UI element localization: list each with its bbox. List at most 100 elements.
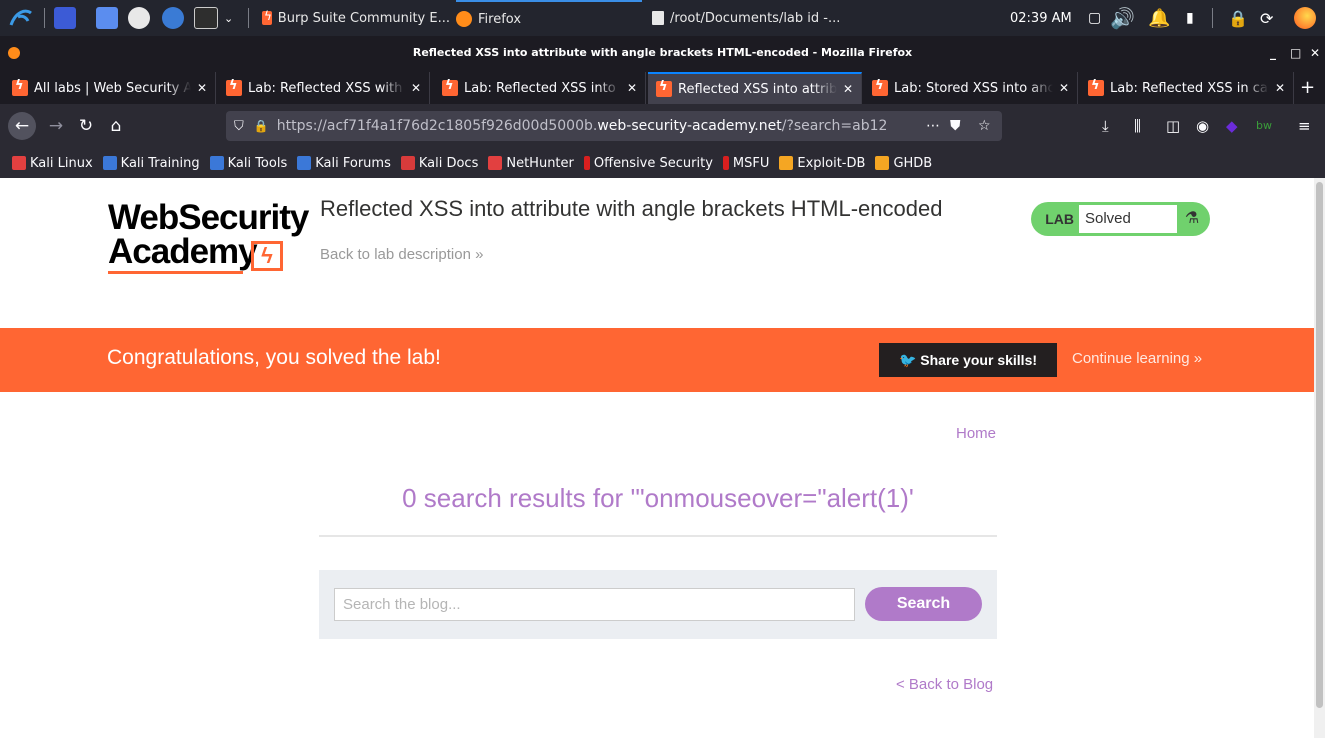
tab-all-labs[interactable]: All labs | Web Security Academy ✕ <box>4 72 216 104</box>
clock[interactable]: 02:39 AM <box>1010 0 1072 36</box>
url-bar[interactable]: ⛉ 🔒 https://acf71f4a1f76d2c1805f926d00d5… <box>226 111 1002 141</box>
bookmark-kali-tools[interactable]: Kali Tools <box>209 156 287 171</box>
close-tab-icon[interactable]: ✕ <box>411 81 421 95</box>
lab-status-value: Solved <box>1079 205 1177 233</box>
kali-menu-icon[interactable] <box>8 0 34 36</box>
lock-screen-icon[interactable]: 🔒 <box>1228 0 1248 36</box>
back-icon[interactable]: ← <box>8 112 36 140</box>
home-icon[interactable]: ⌂ <box>102 112 130 140</box>
bookmark-label: MSFU <box>732 155 770 171</box>
show-desktop-icon[interactable] <box>54 7 76 29</box>
lightning-bolt-icon: ϟ <box>251 241 283 271</box>
bookmark-kali-training[interactable]: Kali Training <box>102 156 200 171</box>
kali-docs-icon <box>400 156 415 170</box>
share-skills-button[interactable]: 🐦 Share your skills! <box>879 343 1057 377</box>
logo-underline <box>108 271 243 274</box>
page-actions-icon[interactable]: ⋯ <box>926 118 940 134</box>
tab-lab-5[interactable]: Lab: Stored XSS into anchor ✕ <box>864 72 1078 104</box>
bookmark-kali-forums[interactable]: Kali Forums <box>297 156 391 171</box>
close-window-icon[interactable]: ✕ <box>1310 36 1320 70</box>
task-burp-suite[interactable]: Burp Suite Community E... <box>262 0 450 36</box>
tab-lab-6[interactable]: Lab: Reflected XSS in canonical ✕ <box>1080 72 1294 104</box>
tab-label: Reflected XSS into attribute <box>678 81 837 97</box>
logo-line-1: WebSecurity <box>108 198 309 237</box>
volume-icon[interactable]: 🔊 <box>1110 0 1135 36</box>
lab-favicon-icon <box>656 79 672 97</box>
lab-favicon-icon <box>442 78 458 96</box>
forward-icon[interactable]: → <box>42 112 70 140</box>
bookmark-exploit-db[interactable]: Exploit-DB <box>779 156 865 171</box>
page-scrollbar[interactable] <box>1314 178 1325 738</box>
minimize-icon[interactable]: _ <box>1270 36 1276 70</box>
tracking-shield-icon[interactable]: ⛉ <box>234 119 244 134</box>
web-security-academy-logo[interactable]: WebSecurity Academy ϟ <box>108 200 309 276</box>
search-input[interactable] <box>334 588 855 621</box>
web-browser-icon[interactable] <box>162 7 184 29</box>
bookmark-label: Exploit-DB <box>797 155 866 171</box>
close-tab-icon[interactable]: ✕ <box>197 81 207 95</box>
downloads-icon[interactable]: ⤓ <box>1102 112 1109 140</box>
bookmark-label: GHDB <box>893 155 933 171</box>
bookmark-ghdb[interactable]: GHDB <box>875 156 932 171</box>
close-tab-icon[interactable]: ✕ <box>627 81 637 95</box>
ghdb-icon <box>875 156 890 170</box>
back-to-lab-description-link[interactable]: Back to lab description » <box>320 246 483 263</box>
blog-search-panel: Search <box>319 570 997 639</box>
bookmark-nethunter[interactable]: NetHunter <box>488 156 574 171</box>
kali-tools-icon <box>209 156 224 170</box>
lab-favicon-icon <box>226 78 242 96</box>
notifications-icon[interactable]: 🔔 <box>1148 0 1170 36</box>
firefox-icon <box>456 11 472 27</box>
padlock-icon[interactable]: 🔒 <box>254 119 269 133</box>
tab-strip: All labs | Web Security Academy ✕ Lab: R… <box>0 70 1325 104</box>
window-title: Reflected XSS into attribute with angle … <box>412 46 913 59</box>
url-text[interactable]: https://acf71f4a1f76d2c1805f926d00d5000b… <box>277 118 888 134</box>
search-results-title: 0 search results for '"onmouseover="aler… <box>402 483 914 513</box>
scrollbar-thumb[interactable] <box>1316 182 1323 708</box>
tab-current[interactable]: Reflected XSS into attribute ✕ <box>648 72 862 104</box>
text-editor-icon[interactable] <box>128 7 150 29</box>
reload-icon[interactable]: ↻ <box>72 112 100 140</box>
launcher-dropdown-icon[interactable]: ⌄ <box>224 0 233 36</box>
lab-tag: LAB <box>1045 211 1074 227</box>
logout-icon[interactable]: ⟳ <box>1260 0 1273 36</box>
close-tab-icon[interactable]: ✕ <box>1059 81 1069 95</box>
battery-icon[interactable]: ▮ <box>1186 0 1194 36</box>
file-manager-icon[interactable] <box>96 7 118 29</box>
bookmark-kali-docs[interactable]: Kali Docs <box>400 156 478 171</box>
extension-icon[interactable]: ◆ <box>1226 112 1238 140</box>
workspace-icon[interactable]: ▢ <box>1088 0 1101 36</box>
maximize-icon[interactable]: □ <box>1290 36 1301 70</box>
terminal-icon[interactable] <box>194 7 218 29</box>
tab-label: Lab: Stored XSS into anchor <box>894 80 1053 96</box>
flask-icon: ⚗ <box>1184 210 1200 227</box>
bookmark-label: Offensive Security <box>593 155 713 171</box>
task-firefox[interactable]: Firefox <box>456 0 642 36</box>
bookmark-label: Kali Linux <box>30 155 93 171</box>
home-link[interactable]: Home <box>956 425 996 442</box>
firefox-tray-icon[interactable] <box>1294 0 1316 36</box>
bookmark-kali-linux[interactable]: Kali Linux <box>12 156 93 171</box>
sidebar-icon[interactable]: ◫ <box>1166 112 1180 140</box>
nethunter-icon <box>488 156 503 170</box>
close-tab-icon[interactable]: ✕ <box>843 82 853 96</box>
search-button[interactable]: Search <box>865 587 982 621</box>
task-text-editor[interactable]: /root/Documents/lab id -... <box>652 0 848 36</box>
account-icon[interactable]: ◉ <box>1196 112 1209 140</box>
tab-lab-2[interactable]: Lab: Reflected XSS with some ✕ <box>218 72 430 104</box>
pocket-icon[interactable]: ⛊ <box>950 118 961 134</box>
continue-learning-link[interactable]: Continue learning » <box>1072 350 1202 367</box>
close-tab-icon[interactable]: ✕ <box>1275 81 1285 95</box>
tab-lab-3[interactable]: Lab: Reflected XSS into a ✕ <box>434 72 646 104</box>
bookmark-star-icon[interactable]: ☆ <box>978 118 991 134</box>
page-viewport: WebSecurity Academy ϟ Reflected XSS into… <box>0 178 1314 738</box>
extension-bw-icon[interactable]: bw <box>1256 112 1272 140</box>
menu-icon[interactable]: ≡ <box>1298 112 1311 140</box>
bookmarks-toolbar: Kali Linux Kali Training Kali Tools Kali… <box>0 148 1325 178</box>
bookmark-msfu[interactable]: MSFU <box>722 155 770 171</box>
back-to-blog-link[interactable]: < Back to Blog <box>896 676 993 693</box>
new-tab-icon[interactable]: + <box>1300 72 1315 104</box>
lab-solved-banner: Congratulations, you solved the lab! 🐦 S… <box>0 328 1314 392</box>
bookmark-offensive-security[interactable]: Offensive Security <box>583 155 713 171</box>
library-icon[interactable]: ⫼ <box>1134 112 1141 140</box>
